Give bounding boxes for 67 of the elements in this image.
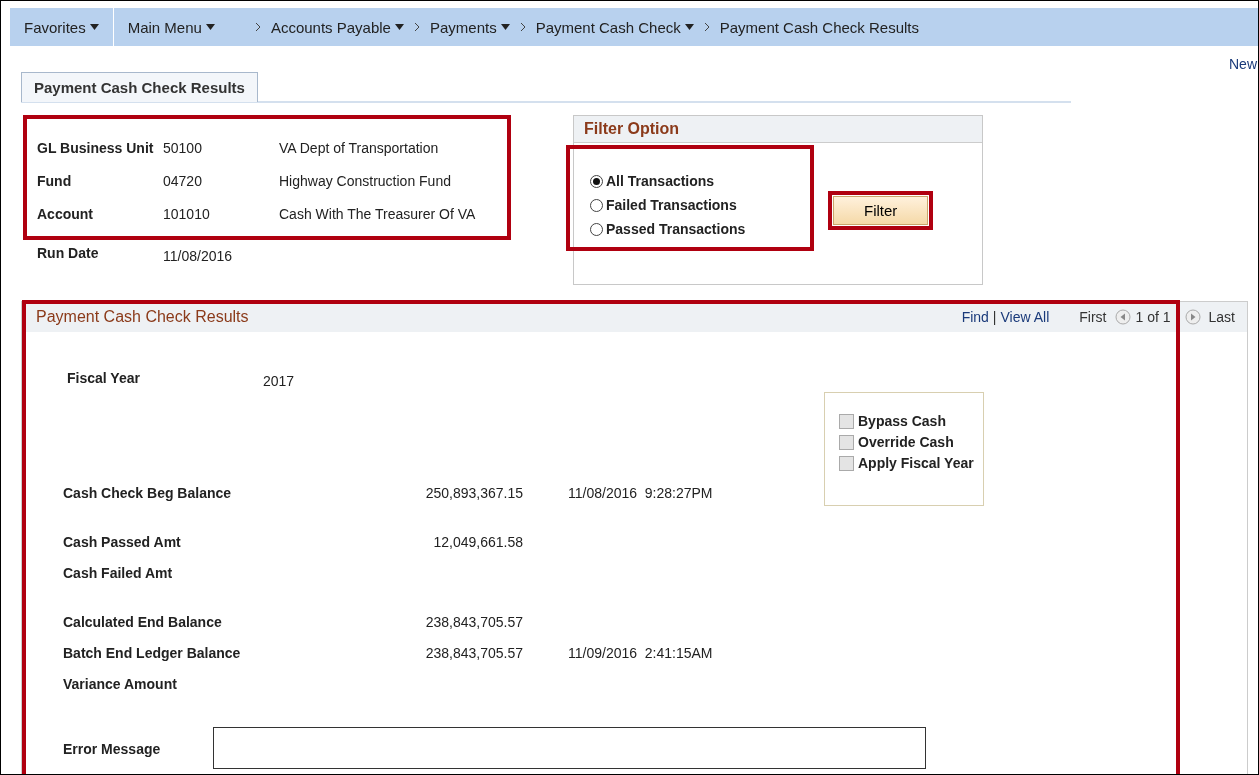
radio-option[interactable]: All Transactions (590, 173, 810, 189)
caret-icon (500, 24, 510, 30)
field-label: Account (37, 205, 94, 222)
amount-value: 238,843,705.57 (424, 644, 523, 661)
field-description: Cash With The Treasurer Of VA (279, 205, 477, 222)
radio-button[interactable] (590, 222, 603, 236)
filter-button[interactable]: Filter (833, 196, 929, 225)
panel-title: Payment Cash Check Results (36, 308, 250, 326)
amount-value: 238,843,705.57 (424, 613, 523, 630)
caret-icon (684, 24, 694, 30)
chevron-icon (254, 22, 261, 32)
page-tab[interactable]: Payment Cash Check Results (21, 72, 258, 102)
field-label: Error Message (63, 741, 161, 757)
breadcrumb-link[interactable]: Accounts Payable (270, 18, 404, 36)
caret-icon (205, 24, 215, 30)
separator: | (992, 309, 997, 325)
radio-option[interactable]: Passed Transactions (590, 221, 810, 237)
field-label: Fund (37, 172, 73, 189)
checkbox[interactable] (839, 413, 854, 429)
field-value: 101010 (163, 205, 211, 222)
chevron-icon (519, 22, 526, 32)
caret-icon (89, 24, 99, 30)
field-label: GL Business Unit (37, 139, 155, 156)
favorites-menu[interactable]: Favorites (10, 8, 113, 46)
field-label: Batch End Ledger Balance (63, 644, 242, 661)
chevron-icon (703, 22, 710, 32)
breadcrumb-link[interactable]: Payment Cash Check Results (719, 18, 919, 36)
error-message-field[interactable] (213, 727, 926, 769)
checkbox-option[interactable]: Override Cash (839, 434, 983, 450)
field-description: Highway Construction Fund (279, 172, 452, 189)
radio-button[interactable] (590, 174, 603, 188)
timestamp: 11/08/2016 9:28:27PM (568, 484, 714, 501)
view-all-link[interactable]: View All (1000, 309, 1050, 325)
field-label: Cash Failed Amt (63, 564, 174, 581)
amount-value: 250,893,367.15 (424, 484, 523, 501)
panel-title: Filter Option (574, 116, 982, 143)
breadcrumb-link[interactable]: Payment Cash Check (535, 18, 694, 36)
field-value: 04720 (163, 172, 203, 189)
field-label: Variance Amount (63, 675, 178, 692)
previous-icon[interactable] (1114, 309, 1131, 325)
breadcrumb-link[interactable]: Payments (429, 18, 510, 36)
find-link[interactable]: Find (961, 309, 989, 325)
chevron-icon (413, 22, 420, 32)
checkbox[interactable] (839, 434, 854, 450)
first-label: First (1079, 309, 1107, 325)
field-label: Fiscal Year (66, 369, 141, 386)
main-menu[interactable]: Main Menu (113, 8, 245, 46)
field-label: Cash Check Beg Balance (63, 484, 233, 501)
field-description: VA Dept of Transportation (279, 139, 440, 156)
last-label: Last (1208, 309, 1235, 325)
field-label: Cash Passed Amt (63, 533, 182, 550)
caret-icon (394, 24, 404, 30)
field-value: 2017 (263, 372, 296, 389)
checkbox-option[interactable]: Bypass Cash (839, 413, 983, 429)
field-value: 11/08/2016 (163, 247, 234, 264)
radio-button[interactable] (590, 198, 603, 212)
new-window-link[interactable]: New (1229, 56, 1257, 72)
checkbox-option[interactable]: Apply Fiscal Year (839, 455, 983, 471)
timestamp: 11/09/2016 2:41:15AM (568, 644, 714, 661)
radio-option[interactable]: Failed Transactions (590, 197, 810, 213)
amount-value: 12,049,661.58 (432, 533, 523, 550)
field-label: Run Date (37, 244, 100, 261)
next-icon[interactable] (1184, 309, 1201, 325)
field-value: 50100 (163, 139, 203, 156)
field-label: Calculated End Balance (63, 613, 223, 630)
page-count: 1 of 1 (1135, 309, 1171, 325)
checkbox[interactable] (839, 455, 854, 471)
